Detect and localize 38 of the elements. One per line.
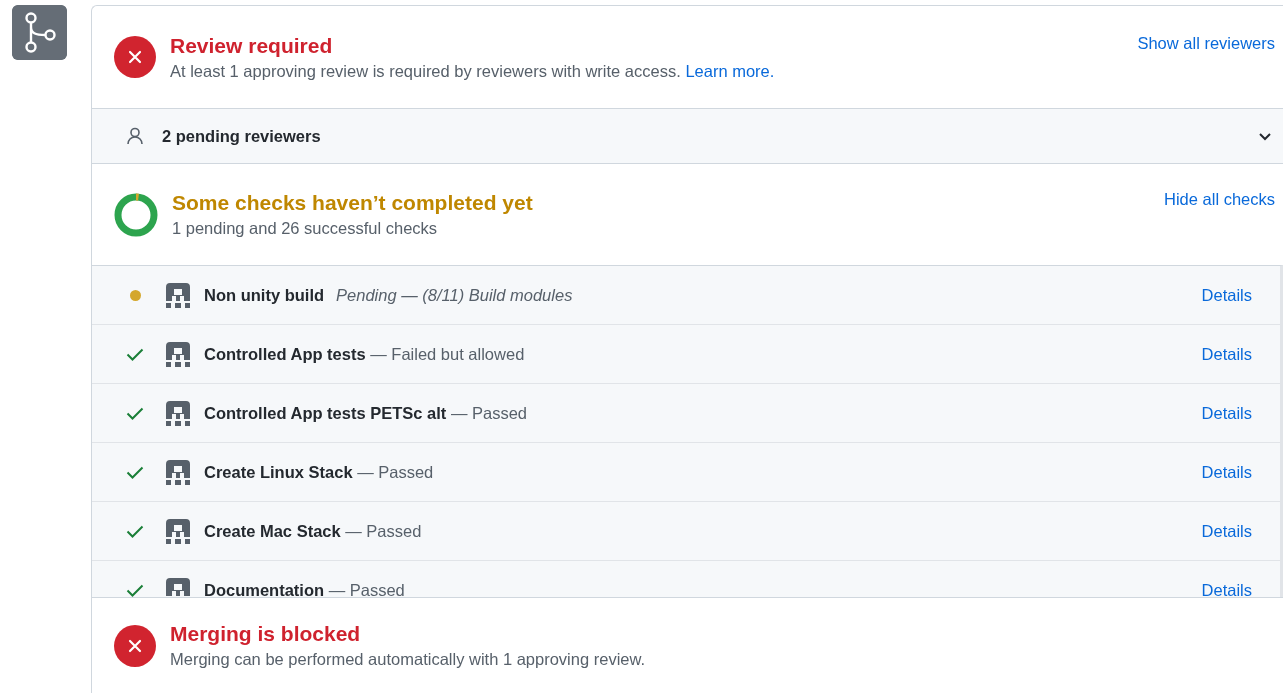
pending-dot-icon [129,289,141,301]
check-name: Documentation — Passed [204,580,406,597]
details-link[interactable]: Details [1201,462,1252,482]
app-icon [164,399,192,427]
review-description: At least 1 approving review is required by reviewers with write access. Learn more. [170,61,776,81]
check-icon [126,347,144,361]
merge-title: Merging is blocked [170,622,362,646]
check-name: Controlled App tests PETSc alt — Passed [204,403,529,423]
check-name: Create Linux Stack — Passed [204,462,435,482]
details-link[interactable]: Details [1201,521,1252,541]
check-name: Non unity build Pending — (8/11) Build modules [204,285,574,305]
check-icon [126,583,144,597]
app-icon [164,281,192,309]
check-name: Controlled App tests — Failed but allowed [204,344,526,364]
pending-reviewers-label: 2 pending reviewers [162,126,322,146]
show-reviewers-link[interactable]: Show all reviewers [1137,34,1275,53]
checks-title: Some checks haven’t completed yet [172,191,534,215]
branch-icon [12,5,67,60]
check-icon [126,465,144,479]
failure-icon [114,624,156,667]
failure-icon [114,36,156,78]
app-icon [164,340,192,368]
check-icon [126,406,144,420]
check-icon [126,524,144,538]
details-link[interactable]: Details [1201,403,1252,423]
details-link[interactable]: Details [1201,580,1252,597]
app-icon [164,458,192,486]
check-name: Create Mac Stack — Passed [204,521,423,541]
details-link[interactable]: Details [1201,285,1252,305]
review-title: Review required [170,33,334,58]
person-icon [126,127,144,145]
merge-description: Merging can be performed automatically with 1 approving review. [170,650,647,669]
hide-checks-link[interactable]: Hide all checks [1164,190,1275,209]
app-icon [164,517,192,545]
learn-more-link[interactable]: Learn more. [685,61,775,80]
checks-summary: 1 pending and 26 successful checks [172,219,439,238]
progress-ring-icon [114,192,158,237]
details-link[interactable]: Details [1201,344,1252,364]
